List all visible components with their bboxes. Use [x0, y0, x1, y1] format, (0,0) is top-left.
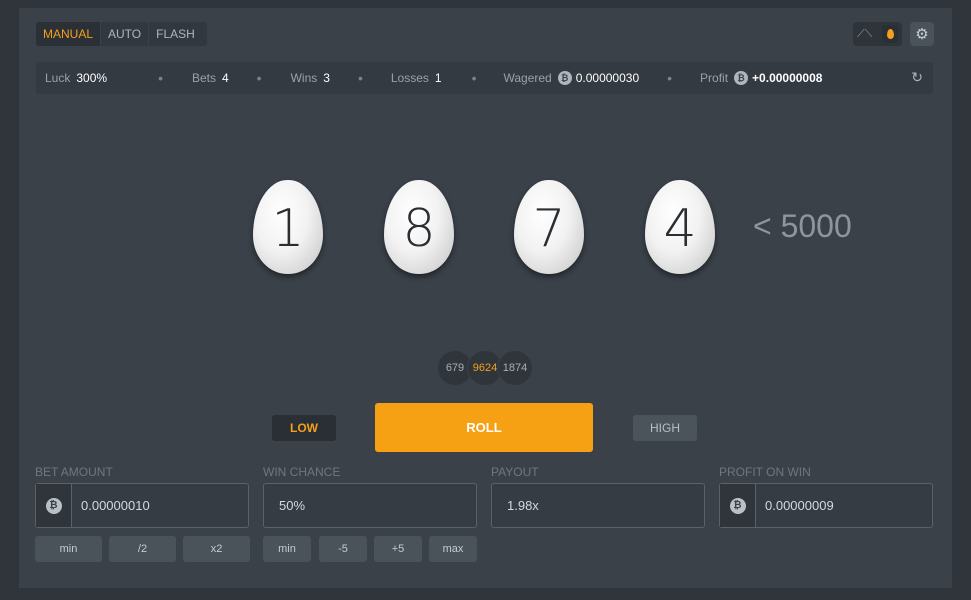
stat-wagered: Wagered ₿ 0.00000030 — [503, 71, 640, 85]
tab-manual[interactable]: MANUAL — [36, 22, 102, 46]
result-egg-1: 1 — [253, 180, 323, 274]
top-controls: ⟋⟍ ⚙ — [853, 22, 934, 46]
result-digit: 8 — [402, 199, 436, 259]
chart-icon[interactable]: ⟋⟍ — [857, 28, 872, 41]
bitcoin-icon: ₿ — [734, 71, 749, 85]
result-egg-4: 4 — [645, 180, 715, 274]
win-chance-value[interactable]: 50% — [264, 498, 305, 513]
payout-value[interactable]: 1.98x — [492, 498, 539, 513]
stat-luck: Luck 300% — [45, 71, 108, 85]
separator-dot: • — [158, 70, 163, 86]
chance-minus-button[interactable]: -5 — [319, 536, 367, 562]
bitcoin-icon: ₿ — [36, 484, 72, 527]
result-digit: 7 — [532, 199, 566, 259]
history-item[interactable]: 1874 — [497, 350, 533, 386]
result-digit: 1 — [271, 199, 305, 259]
bet-double-button[interactable]: x2 — [183, 536, 250, 562]
stat-losses: Losses 1 — [390, 71, 442, 85]
refresh-icon[interactable]: ↻ — [911, 69, 923, 86]
profit-on-win-value: 0.00000009 — [765, 498, 834, 513]
payout-field[interactable]: 1.98x — [491, 483, 705, 528]
egg-icon[interactable] — [882, 25, 898, 43]
stat-wins: Wins 3 — [290, 71, 330, 85]
view-toggle[interactable]: ⟋⟍ — [853, 22, 902, 46]
profit-on-win-label: PROFIT ON WIN — [719, 465, 811, 479]
result-egg-2: 8 — [384, 180, 454, 274]
low-button[interactable]: LOW — [272, 415, 336, 441]
profit-on-win-field: ₿ 0.00000009 — [719, 483, 933, 528]
stats-bar: Luck 300% • Bets 4 • Wins 3 • Losses 1 •… — [36, 62, 933, 94]
dice-game-panel: MANUAL AUTO FLASH ⟋⟍ ⚙ Luck 300% • Bets … — [19, 8, 952, 588]
separator-dot: • — [471, 70, 477, 86]
win-chance-label: WIN CHANCE — [263, 465, 341, 479]
separator-dot: • — [357, 70, 363, 86]
result-digit: 4 — [663, 199, 697, 259]
roll-button[interactable]: ROLL — [375, 403, 593, 452]
roll-target: < 5000 — [753, 208, 852, 244]
bet-min-button[interactable]: min — [35, 536, 102, 562]
stat-profit: Profit ₿ +0.00000008 — [700, 71, 823, 85]
high-button[interactable]: HIGH — [633, 415, 697, 441]
chance-max-button[interactable]: max — [429, 536, 477, 562]
bitcoin-icon: ₿ — [720, 484, 756, 527]
separator-dot: • — [256, 70, 262, 86]
bet-amount-value[interactable]: 0.00000010 — [72, 498, 150, 513]
tab-flash[interactable]: FLASH — [149, 22, 207, 46]
win-chance-field[interactable]: 50% — [263, 483, 477, 528]
chance-plus-button[interactable]: +5 — [374, 536, 422, 562]
bet-half-button[interactable]: /2 — [109, 536, 176, 562]
chance-min-button[interactable]: min — [263, 536, 311, 562]
bitcoin-icon: ₿ — [557, 71, 572, 85]
gear-icon[interactable]: ⚙ — [910, 22, 934, 46]
bet-amount-label: BET AMOUNT — [35, 465, 113, 479]
tab-auto[interactable]: AUTO — [101, 22, 150, 46]
roll-history: 679 9624 1874 — [437, 350, 533, 386]
mode-tabs: MANUAL AUTO FLASH — [36, 22, 207, 46]
payout-label: PAYOUT — [491, 465, 539, 479]
bet-amount-field[interactable]: ₿ 0.00000010 — [35, 483, 249, 528]
result-egg-3: 7 — [514, 180, 584, 274]
stat-bets: Bets 4 — [191, 71, 229, 85]
separator-dot: • — [667, 70, 673, 86]
